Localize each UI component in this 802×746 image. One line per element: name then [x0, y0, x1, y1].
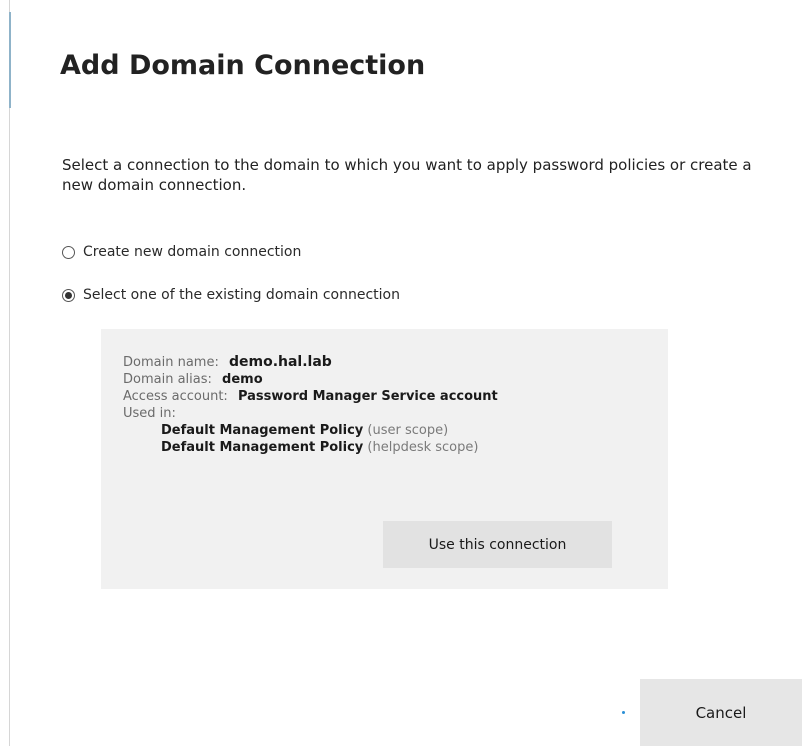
existing-connection-panel: Domain name: demo.hal.lab Domain alias: … [101, 329, 668, 589]
radio-button-select-existing[interactable] [62, 288, 75, 302]
policy-scope: (helpdesk scope) [367, 440, 479, 455]
domain-name-label: Domain name: [123, 355, 219, 370]
policy-item: Default Management Policy (helpdesk scop… [123, 439, 498, 456]
policy-scope: (user scope) [367, 423, 449, 438]
focus-indicator-dot [622, 711, 625, 714]
option-label-select-existing: Select one of the existing domain connec… [83, 287, 400, 303]
option-select-existing-connection[interactable]: Select one of the existing domain connec… [62, 287, 400, 303]
domain-alias-value: demo [222, 372, 263, 387]
dialog-title: Add Domain Connection [60, 50, 426, 81]
add-domain-connection-dialog: Add Domain Connection Select a connectio… [0, 0, 802, 746]
policy-item: Default Management Policy (user scope) [123, 422, 498, 439]
domain-alias-row: Domain alias: demo [123, 371, 498, 388]
policy-name: Default Management Policy [161, 423, 364, 438]
access-account-value: Password Manager Service account [237, 389, 498, 404]
window-left-border [9, 0, 10, 746]
use-this-connection-button[interactable]: Use this connection [383, 521, 612, 568]
dialog-description: Select a connection to the domain to whi… [62, 156, 752, 194]
cancel-button[interactable]: Cancel [640, 679, 802, 746]
connection-details: Domain name: demo.hal.lab Domain alias: … [123, 354, 498, 456]
policy-name: Default Management Policy [161, 440, 364, 455]
access-account-label: Access account: [123, 389, 228, 404]
option-label-create-new: Create new domain connection [83, 244, 302, 260]
radio-button-create-new[interactable] [62, 245, 75, 259]
access-account-row: Access account: Password Manager Service… [123, 388, 498, 405]
used-in-label: Used in: [123, 406, 176, 421]
domain-name-row: Domain name: demo.hal.lab [123, 354, 498, 371]
domain-name-value: demo.hal.lab [228, 354, 332, 370]
window-left-accent [9, 12, 11, 108]
option-create-new-connection[interactable]: Create new domain connection [62, 244, 301, 260]
domain-alias-label: Domain alias: [123, 372, 212, 387]
